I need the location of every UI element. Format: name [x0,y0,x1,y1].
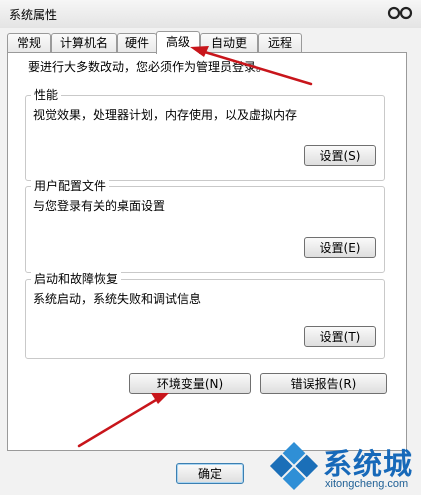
windows-logo-icon [269,441,319,491]
startup-recovery-description: 系统启动，系统失败和调试信息 [33,292,202,306]
tab-computer-name[interactable]: 计算机名 [51,33,117,52]
user-profiles-group-title: 用户配置文件 [31,179,110,193]
user-profiles-settings-button[interactable]: 设置(E) [304,237,376,258]
tab-remote[interactable]: 远程 [258,33,302,52]
performance-settings-button[interactable]: 设置(S) [304,145,376,166]
startup-recovery-group-title: 启动和故障恢复 [31,272,122,286]
performance-group: 性能 视觉效果，处理器计划，内存使用，以及虚拟内存 设置(S) [25,88,385,181]
watermark-brand: 系统城 [323,447,414,481]
startup-recovery-group: 启动和故障恢复 系统启动，系统失败和调试信息 设置(T) [25,272,385,359]
watermark-domain: xitongcheng.com [325,478,409,490]
startup-recovery-settings-button[interactable]: 设置(T) [304,326,376,347]
system-properties-dialog: 常规 计算机名 硬件 高级 自动更新 远程 要进行大多数改动，您必须作为管理员登… [0,28,421,495]
tab-general[interactable]: 常规 [7,33,51,52]
window-title: 系统属性 [9,8,58,22]
admin-login-note: 要进行大多数改动，您必须作为管理员登录。 [28,60,269,74]
advanced-tab-panel: 要进行大多数改动，您必须作为管理员登录。 性能 视觉效果，处理器计划，内存使用，… [7,52,407,451]
environment-variables-button[interactable]: 环境变量(N) [129,373,251,394]
performance-description: 视觉效果，处理器计划，内存使用，以及虚拟内存 [33,108,298,122]
tab-hardware[interactable]: 硬件 [117,33,157,52]
tab-automatic-updates[interactable]: 自动更新 [200,33,258,69]
title-bar: 系统属性 [0,0,421,29]
performance-group-title: 性能 [31,88,62,102]
user-profiles-description: 与您登录有关的桌面设置 [33,199,166,213]
error-report-button[interactable]: 错误报告(R) [260,373,387,394]
ok-button[interactable]: 确定 [176,463,244,484]
user-profiles-group: 用户配置文件 与您登录有关的桌面设置 设置(E) [25,179,385,273]
close-icon[interactable] [387,4,413,22]
watermark: 系统城 xitongcheng.com [268,438,421,495]
tab-advanced[interactable]: 高级 [156,31,200,54]
